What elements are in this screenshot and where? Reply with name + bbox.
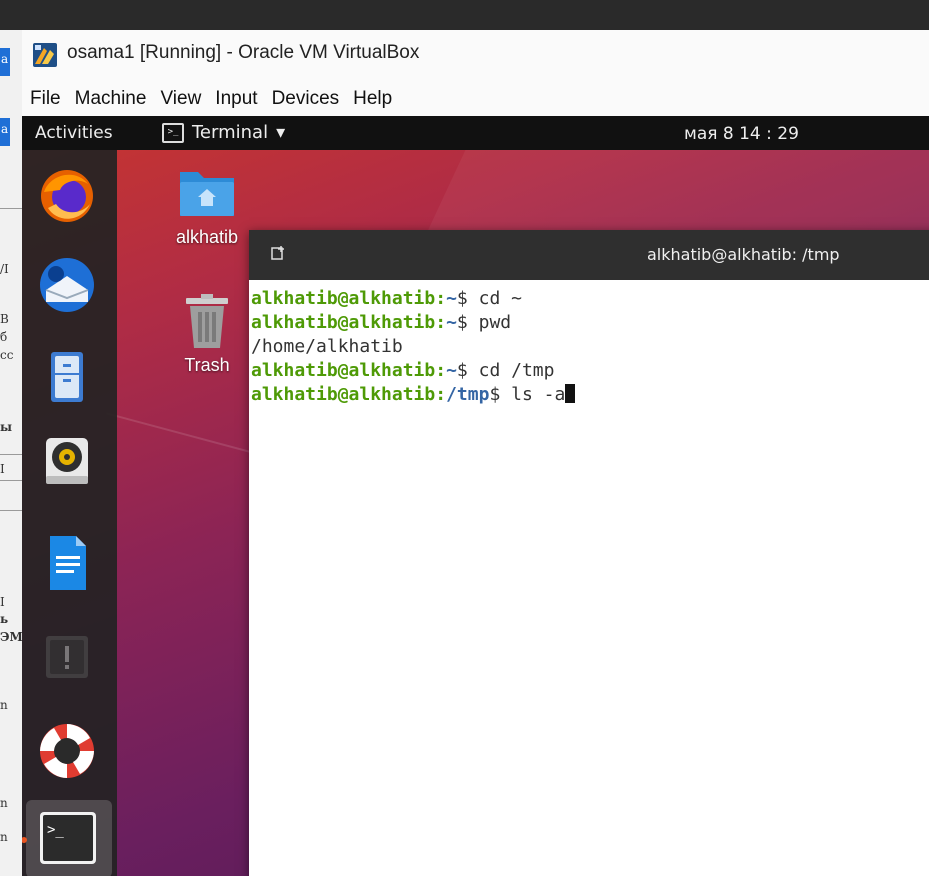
firefox-icon[interactable] [36, 164, 98, 226]
software-icon[interactable] [36, 626, 98, 688]
activities-button[interactable]: Activities [35, 123, 113, 143]
menu-help[interactable]: Help [353, 88, 392, 110]
host-divider [0, 510, 22, 511]
chevron-down-icon: ▾ [276, 122, 286, 143]
host-text-fragment: I [0, 462, 5, 476]
trash-label: Trash [184, 355, 230, 375]
terminal-small-icon: >_ [162, 122, 184, 143]
help-icon[interactable] [36, 720, 98, 782]
host-text-fragment: n [0, 698, 8, 712]
desktop-home-folder[interactable]: alkhatib [172, 162, 242, 248]
host-divider [0, 208, 22, 209]
terminal-line: alkhatib@alkhatib:~$ cd ~ [251, 288, 522, 309]
terminal-title: alkhatib@alkhatib: /tmp [647, 245, 840, 264]
virtualbox-app-icon [33, 43, 57, 67]
host-text-fragment: ь [0, 612, 9, 626]
svg-text:>_: >_ [47, 822, 64, 838]
thunderbird-icon[interactable] [36, 254, 98, 316]
terminal-cursor [565, 384, 576, 403]
terminal-line-current[interactable]: alkhatib@alkhatib:/tmp$ ls -a [251, 383, 576, 407]
app-menu-label: Terminal [192, 122, 269, 143]
terminal-output[interactable]: alkhatib@alkhatib:~$ cd ~ alkhatib@alkha… [251, 287, 576, 407]
menu-view[interactable]: View [160, 88, 201, 110]
host-text-fragment: n [0, 830, 8, 844]
trash-icon [186, 294, 228, 348]
files-icon[interactable] [36, 346, 98, 408]
rhythmbox-icon[interactable] [36, 430, 98, 492]
new-tab-icon[interactable] [271, 246, 285, 260]
host-text-fragment: cc [0, 348, 14, 362]
host-text-fragment: /I [0, 262, 9, 276]
menu-input[interactable]: Input [215, 88, 257, 110]
host-divider [0, 480, 22, 481]
terminal-line: alkhatib@alkhatib:~$ pwd [251, 312, 512, 333]
menu-file[interactable]: File [30, 88, 61, 110]
desktop-trash[interactable]: Trash [172, 292, 242, 376]
virtualbox-titlebar: osama1 [Running] - Oracle VM VirtualBox [22, 30, 929, 82]
host-text-fragment: a [1, 52, 9, 66]
terminal-line: alkhatib@alkhatib:~$ cd /tmp [251, 360, 555, 381]
terminal-dock-active[interactable]: >_ [26, 800, 112, 876]
home-folder-icon [180, 172, 234, 216]
terminal-headerbar: alkhatib@alkhatib: /tmp [249, 230, 929, 280]
dock: >_ [22, 150, 117, 876]
app-menu-terminal[interactable]: >_ Terminal ▾ [162, 122, 285, 143]
terminal-window[interactable]: alkhatib@alkhatib: /tmp alkhatib@alkhati… [249, 230, 929, 876]
virtualbox-window: osama1 [Running] - Oracle VM VirtualBox … [22, 30, 929, 876]
host-text-fragment: I [0, 595, 5, 609]
writer-icon[interactable] [36, 532, 98, 594]
virtualbox-menubar: File Machine View Input Devices Help [22, 82, 929, 116]
host-text-fragment: ЭМ [0, 630, 22, 644]
host-text-fragment: B [0, 312, 9, 326]
virtualbox-title: osama1 [Running] - Oracle VM VirtualBox [67, 42, 420, 63]
home-folder-label: alkhatib [175, 227, 239, 247]
guest-screen: Activities >_ Terminal ▾ мая 8 14 : 29 >… [22, 116, 929, 876]
terminal-output-line: /home/alkhatib [251, 336, 403, 357]
clock[interactable]: мая 8 14 : 29 [684, 124, 799, 144]
host-text-fragment: ы [0, 420, 13, 434]
gnome-topbar: Activities >_ Terminal ▾ мая 8 14 : 29 [22, 116, 929, 150]
host-divider [0, 454, 22, 455]
terminal-icon[interactable]: >_ [26, 800, 112, 876]
host-text-fragment: б [0, 330, 8, 344]
host-background: a a /I B б cc ы I I ь ЭМ n n n [0, 30, 22, 876]
host-text-fragment: n [0, 796, 8, 810]
menu-devices[interactable]: Devices [272, 88, 340, 110]
host-text-fragment: a [1, 122, 9, 136]
host-top-strip [0, 0, 929, 30]
menu-machine[interactable]: Machine [75, 88, 147, 110]
